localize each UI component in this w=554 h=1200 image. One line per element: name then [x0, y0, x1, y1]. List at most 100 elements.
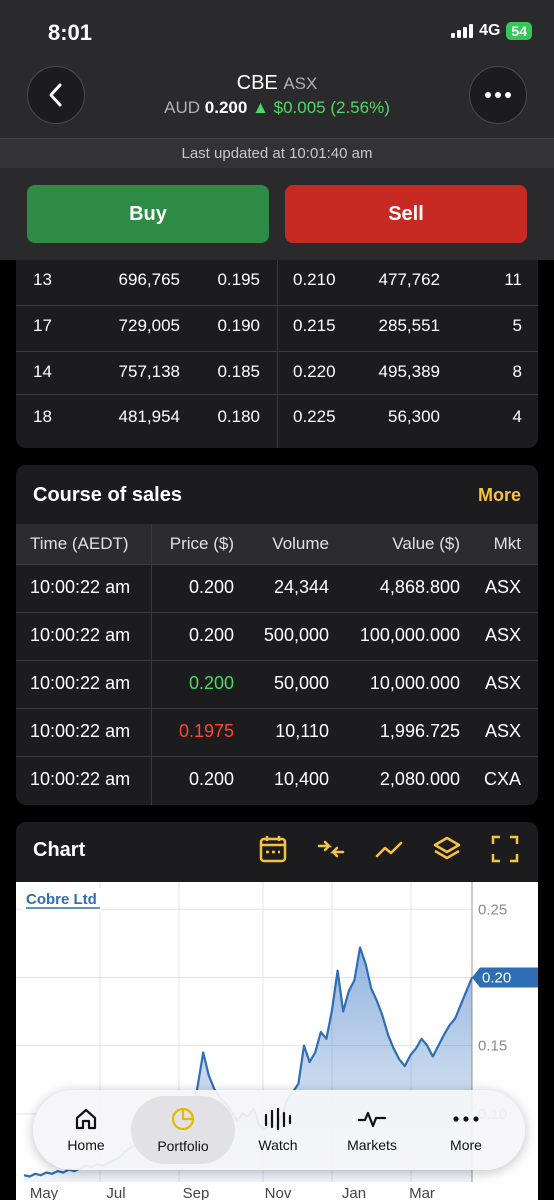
bid-price: 0.180	[217, 407, 260, 426]
trade-time: 10:00:22 am	[30, 769, 131, 789]
trade-market: ASX	[484, 625, 521, 645]
network-type: 4G	[479, 22, 501, 39]
sellers-count: 5	[512, 316, 522, 335]
status-bar: 8:01 4G 54	[0, 0, 554, 64]
more-options-button[interactable]	[469, 66, 527, 124]
buyers-count: 18	[33, 407, 52, 426]
signal-icon	[451, 24, 474, 38]
dots-icon	[453, 1116, 479, 1122]
nav-more[interactable]: More	[431, 1090, 501, 1170]
column-divider	[151, 524, 152, 805]
course-of-sales-more-link[interactable]: More	[478, 485, 521, 506]
nav-more-label: More	[450, 1137, 482, 1153]
layers-icon[interactable]	[432, 834, 462, 864]
table-header: Time (AEDT) Price ($) Volume Value ($) M…	[16, 524, 538, 564]
ask-price: 0.220	[293, 362, 336, 381]
price-change: ▲ $0.005 (2.56%)	[252, 98, 390, 117]
sellers-count: 8	[512, 362, 522, 381]
line-chart-icon[interactable]	[374, 834, 404, 864]
trade-volume: 24,344	[273, 577, 329, 597]
status-time: 8:01	[48, 20, 93, 45]
buyers-count: 17	[33, 316, 52, 335]
column-header-volume: Volume	[272, 534, 329, 553]
current-price: 0.200	[204, 98, 248, 117]
bid-volume: 729,005	[118, 316, 180, 335]
trade-volume: 10,110	[275, 721, 329, 741]
trade-time: 10:00:22 am	[30, 625, 131, 645]
course-of-sales-title: Course of sales	[33, 484, 182, 506]
depth-row: 14 757,138 0.185 0.220 495,389 8	[16, 352, 538, 397]
chart-toolbar	[258, 834, 520, 864]
trade-volume: 10,400	[273, 769, 329, 789]
trade-time: 10:00:22 am	[30, 721, 131, 741]
bid-volume: 481,954	[118, 407, 180, 426]
trade-volume: 500,000	[263, 625, 329, 645]
trade-market: ASX	[484, 721, 521, 741]
table-row: 10:00:22 am 0.200 500,000 100,000.000 AS…	[16, 612, 538, 660]
trade-volume: 50,000	[273, 673, 329, 693]
y-tick-label: 0.15	[478, 1038, 507, 1055]
trade-value: 100,000.000	[359, 625, 460, 645]
stock-exchange: ASX	[283, 74, 318, 93]
trade-time: 10:00:22 am	[30, 673, 131, 693]
watch-icon	[264, 1107, 292, 1131]
buy-button[interactable]: Buy	[27, 185, 269, 243]
pie-chart-icon	[171, 1107, 195, 1131]
ask-volume: 56,300	[388, 407, 440, 426]
buyers-count: 14	[33, 362, 52, 381]
last-price-label: 0.20	[482, 969, 511, 986]
ask-volume: 285,551	[378, 316, 440, 335]
nav-watch-label: Watch	[258, 1137, 298, 1153]
ask-price: 0.215	[293, 316, 336, 335]
compare-icon[interactable]	[316, 834, 346, 864]
bid-volume: 696,765	[118, 270, 180, 289]
depth-row: 17 729,005 0.190 0.215 285,551 5	[16, 306, 538, 351]
trade-market: CXA	[483, 769, 521, 789]
stock-header: CBE ASX AUD 0.200 ▲ $0.005 (2.56%)	[0, 64, 554, 138]
trade-price: 0.1975	[178, 721, 234, 741]
status-indicators: 4G 54	[451, 22, 532, 40]
x-tick-label: Nov	[265, 1185, 292, 1200]
trade-price: 0.200	[188, 577, 234, 597]
sell-button[interactable]: Sell	[285, 185, 527, 243]
table-row: 10:00:22 am 0.1975 10,110 1,996.725 ASX	[16, 708, 538, 756]
trade-price: 0.200	[188, 625, 234, 645]
home-icon	[75, 1108, 97, 1130]
table-row: 10:00:22 am 0.200 10,400 2,080.000 CXA	[16, 756, 538, 804]
ask-volume: 477,762	[378, 270, 440, 289]
table-row: 10:00:22 am 0.200 24,344 4,868.800 ASX	[16, 564, 538, 612]
fullscreen-icon[interactable]	[490, 834, 520, 864]
nav-watch[interactable]: Watch	[243, 1090, 313, 1170]
buyers-count: 13	[33, 270, 52, 289]
bid-price: 0.190	[217, 316, 260, 335]
nav-portfolio-label: Portfolio	[157, 1138, 209, 1154]
bid-price: 0.195	[217, 270, 260, 289]
nav-portfolio[interactable]: Portfolio	[141, 1090, 225, 1170]
nav-markets[interactable]: Markets	[331, 1090, 413, 1170]
course-of-sales-card: Course of sales More Time (AEDT) Price (…	[16, 465, 538, 805]
trade-actions: Buy Sell	[0, 168, 554, 260]
trade-market: ASX	[484, 577, 521, 597]
trade-value: 10,000.000	[369, 673, 460, 693]
table-row: 10:00:22 am 0.200 50,000 10,000.000 ASX	[16, 660, 538, 708]
y-tick-label: 0.25	[478, 901, 507, 918]
sellers-count: 11	[504, 270, 522, 289]
bottom-navigation: Home Portfolio Watch Markets More	[33, 1090, 525, 1170]
ask-price: 0.210	[293, 270, 336, 289]
trade-time: 10:00:22 am	[30, 577, 131, 597]
trade-value: 4,868.800	[379, 577, 460, 597]
market-depth-table: 13 696,765 0.195 0.210 477,762 11 17 729…	[16, 260, 538, 448]
nav-home-label: Home	[67, 1137, 105, 1153]
column-header-market: Mkt	[493, 534, 521, 553]
column-header-value: Value ($)	[392, 534, 460, 553]
trade-value: 1,996.725	[379, 721, 460, 741]
column-header-price: Price ($)	[169, 534, 234, 553]
nav-home[interactable]: Home	[51, 1090, 121, 1170]
row-divider	[16, 394, 538, 395]
depth-row: 13 696,765 0.195 0.210 477,762 11	[16, 260, 538, 305]
calendar-icon[interactable]	[258, 834, 288, 864]
nav-markets-label: Markets	[347, 1137, 397, 1153]
ellipsis-icon	[485, 92, 511, 98]
chart-title: Chart	[33, 839, 86, 861]
column-header-time: Time (AEDT)	[30, 534, 129, 553]
